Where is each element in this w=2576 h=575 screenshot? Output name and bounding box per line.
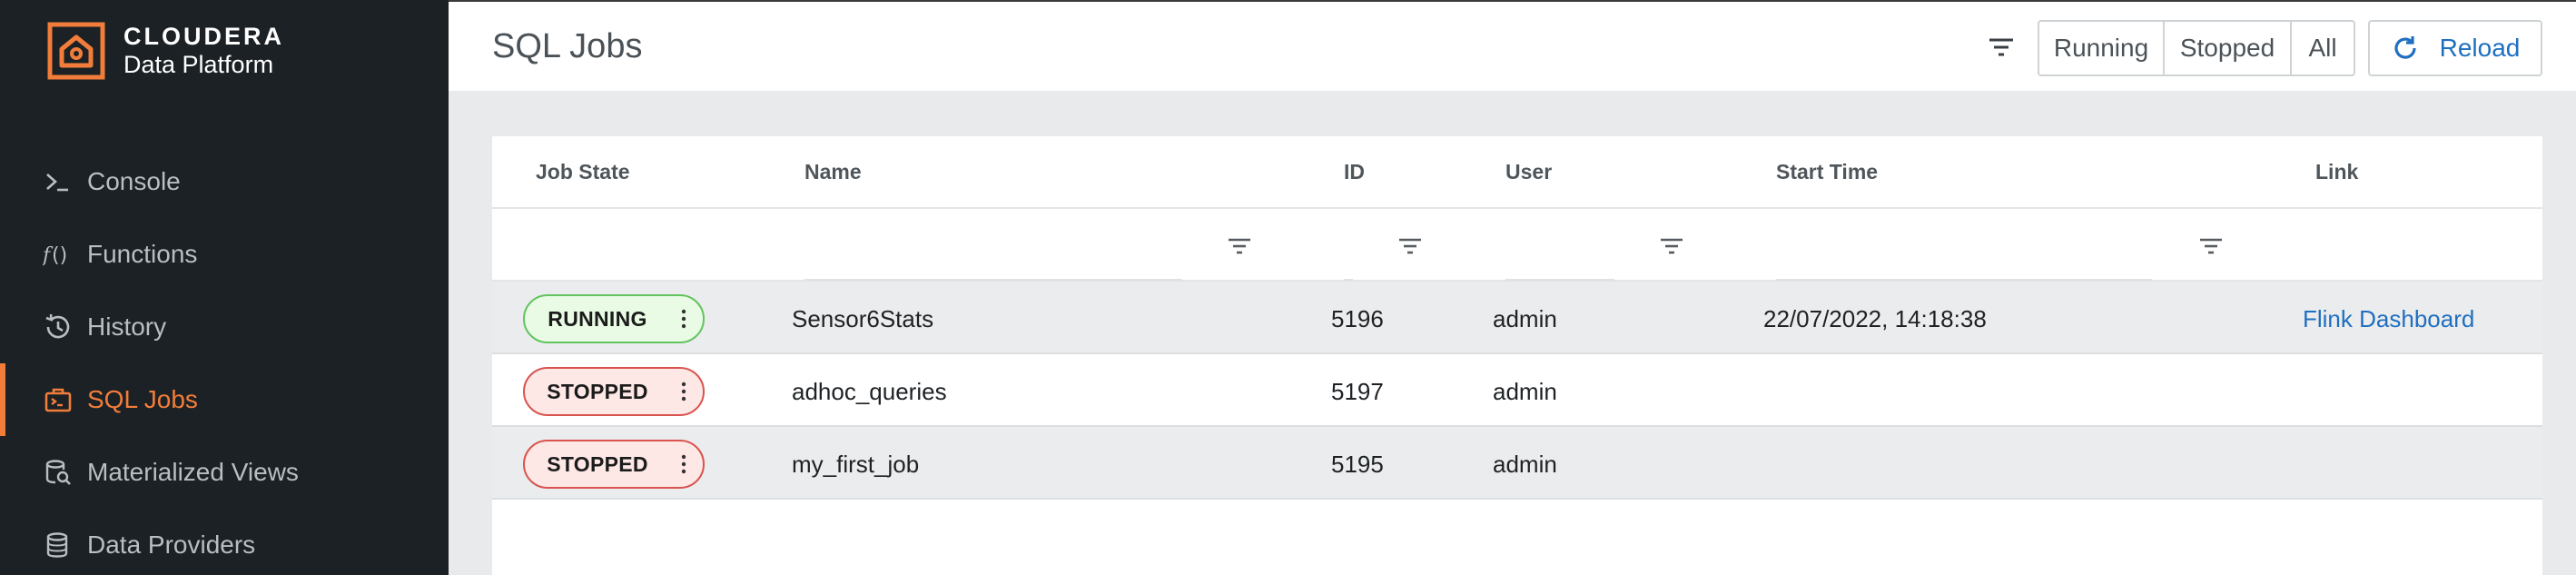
brand-name: CLOUDERA — [123, 22, 284, 50]
job-state-badge-stopped[interactable]: STOPPED — [523, 367, 705, 416]
sidebar-item-sql-jobs[interactable]: SQL Jobs — [0, 363, 449, 436]
job-id: 5197 — [1331, 378, 1384, 405]
column-header-name[interactable]: Name — [804, 160, 862, 184]
refresh-icon — [2394, 36, 2416, 59]
job-id: 5196 — [1331, 305, 1384, 332]
more-options-icon[interactable] — [670, 451, 697, 478]
column-filter-row — [492, 209, 2542, 282]
sidebar-item-functions[interactable]: f() Functions — [0, 218, 449, 291]
brand-text: CLOUDERA Data Platform — [123, 23, 284, 79]
reload-label: Reload — [2439, 34, 2521, 62]
sidebar-item-label: Console — [87, 167, 181, 195]
sidebar: CLOUDERA Data Platform Console f() Funct… — [0, 0, 449, 575]
sql-jobs-table: Job State Name ID User Start Time Link R… — [492, 136, 2542, 575]
sidebar-item-history[interactable]: History — [0, 291, 449, 363]
job-state-badge-stopped[interactable]: STOPPED — [523, 440, 705, 489]
filter-running-button[interactable]: Running — [2039, 22, 2165, 74]
data-providers-icon — [42, 529, 74, 561]
table-header: Job State Name ID User Start Time Link — [492, 136, 2542, 209]
more-options-icon[interactable] — [670, 305, 697, 332]
job-name: my_first_job — [792, 451, 920, 478]
job-name: adhoc_queries — [792, 378, 947, 405]
table-row[interactable]: STOPPED my_first_job 5195 admin — [492, 427, 2542, 500]
sidebar-nav: Console f() Functions History SQL Jobs M… — [0, 145, 449, 575]
column-header-id[interactable]: ID — [1344, 160, 1365, 184]
name-filter-input[interactable] — [804, 209, 1182, 282]
sidebar-item-materialized-views[interactable]: Materialized Views — [0, 436, 449, 509]
job-user: admin — [1493, 378, 1557, 405]
start-time-filter-input[interactable] — [1776, 209, 2152, 282]
sidebar-item-label: Functions — [87, 240, 198, 268]
function-icon: f() — [42, 238, 74, 271]
page-title: SQL Jobs — [492, 27, 643, 65]
sidebar-item-data-providers[interactable]: Data Providers — [0, 509, 449, 575]
history-icon — [42, 311, 74, 343]
sidebar-item-label: History — [87, 312, 167, 341]
cloudera-logo-icon — [47, 22, 105, 80]
name-column-filter-icon[interactable] — [1226, 233, 1253, 260]
reload-button[interactable]: Reload — [2368, 20, 2542, 76]
table-row[interactable]: RUNNING Sensor6Stats 5196 admin 22/07/20… — [492, 282, 2542, 354]
job-user: admin — [1493, 451, 1557, 478]
user-filter-input[interactable] — [1505, 209, 1614, 282]
brand[interactable]: CLOUDERA Data Platform — [47, 22, 284, 80]
job-id: 5195 — [1331, 451, 1384, 478]
job-state-label: STOPPED — [547, 379, 648, 403]
flink-dashboard-link[interactable]: Flink Dashboard — [2303, 305, 2474, 333]
id-filter-input[interactable] — [1344, 209, 1353, 282]
filter-icon[interactable] — [1985, 31, 2018, 64]
job-state-label: STOPPED — [547, 451, 648, 476]
job-name: Sensor6Stats — [792, 305, 934, 332]
job-state-label: RUNNING — [548, 306, 647, 331]
job-state-badge-running[interactable]: RUNNING — [523, 294, 705, 343]
column-header-link[interactable]: Link — [2315, 160, 2358, 184]
filter-stopped-button[interactable]: Stopped — [2165, 22, 2292, 74]
filter-all-button[interactable]: All — [2292, 22, 2354, 74]
user-column-filter-icon[interactable] — [1658, 233, 1685, 260]
brand-subtitle: Data Platform — [123, 51, 274, 78]
job-start-time: 22/07/2022, 14:18:38 — [1763, 305, 1987, 332]
table-row[interactable]: STOPPED adhoc_queries 5197 admin — [492, 354, 2542, 427]
sidebar-item-console[interactable]: Console — [0, 145, 449, 218]
id-column-filter-icon[interactable] — [1397, 233, 1424, 260]
job-state-filter-group: Running Stopped All — [2038, 20, 2355, 76]
svg-text:(): () — [52, 244, 67, 267]
job-user: admin — [1493, 305, 1557, 332]
start-time-column-filter-icon[interactable] — [2197, 233, 2225, 260]
console-icon — [42, 165, 74, 198]
column-header-job-state[interactable]: Job State — [536, 160, 630, 184]
page-header: SQL Jobs Running Stopped All Reload — [449, 0, 2576, 91]
sql-jobs-icon — [42, 383, 74, 416]
sidebar-item-label: Data Providers — [87, 530, 256, 559]
sidebar-item-label: SQL Jobs — [87, 385, 198, 413]
column-header-user[interactable]: User — [1505, 160, 1552, 184]
more-options-icon[interactable] — [670, 378, 697, 405]
sidebar-item-label: Materialized Views — [87, 458, 299, 486]
materialized-views-icon — [42, 456, 74, 489]
column-header-start-time[interactable]: Start Time — [1776, 160, 1878, 184]
